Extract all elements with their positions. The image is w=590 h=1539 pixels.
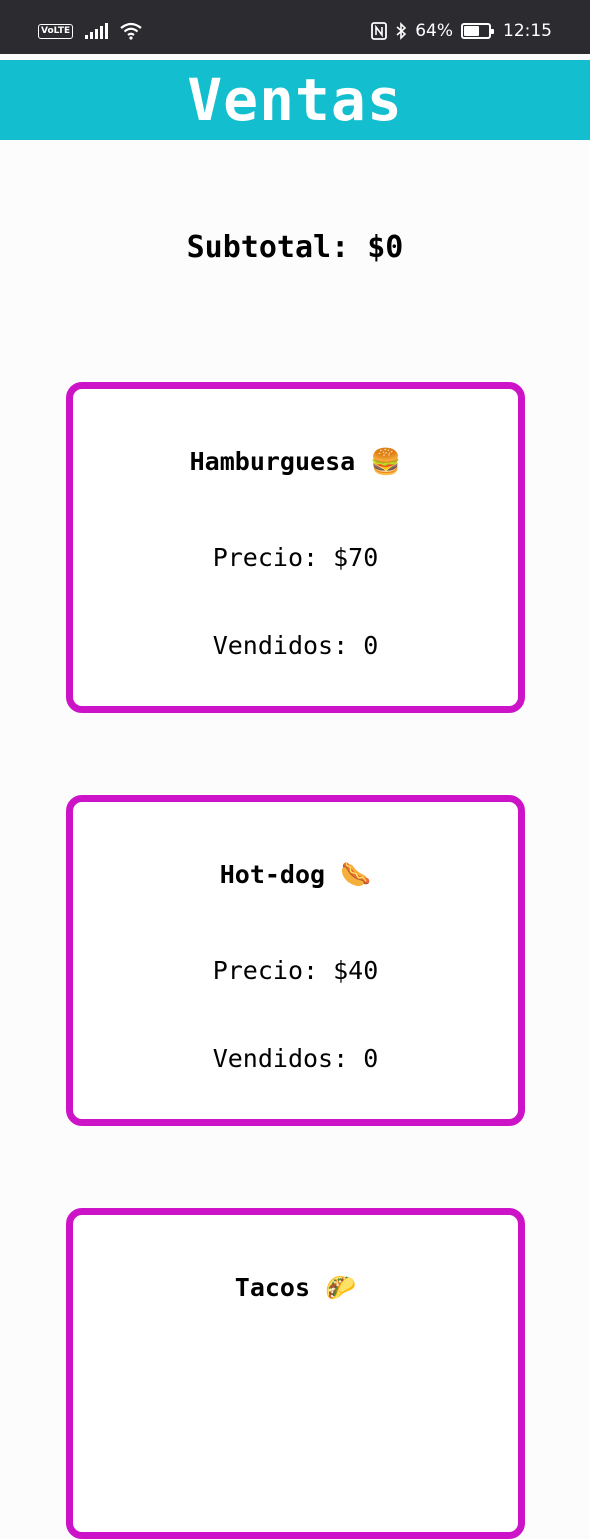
cell-signal-icon: [85, 23, 109, 39]
hot-dog-icon: 🌭: [340, 860, 372, 889]
product-card-hamburguesa[interactable]: Hamburguesa 🍔 Precio: $70 Vendidos: 0: [66, 382, 525, 713]
product-name: Hot-dog 🌭: [219, 860, 372, 889]
battery-percent: 64%: [415, 21, 453, 41]
wifi-icon: [120, 22, 142, 40]
status-right: 64% 12:15: [371, 21, 552, 41]
product-name: Hamburguesa 🍔: [189, 447, 402, 476]
taco-icon: 🌮: [325, 1273, 357, 1302]
hamburger-icon: 🍔: [370, 447, 402, 476]
battery-icon: [461, 23, 494, 39]
product-name: Tacos 🌮: [234, 1273, 357, 1302]
app-bar: Ventas: [0, 60, 590, 140]
page-title: Ventas: [187, 66, 403, 134]
product-price: Precio: $70: [212, 543, 379, 572]
product-card-tacos[interactable]: Tacos 🌮: [66, 1208, 525, 1539]
battery-fill: [464, 26, 480, 36]
bluetooth-icon: [396, 22, 407, 40]
product-card-hot-dog[interactable]: Hot-dog 🌭 Precio: $40 Vendidos: 0: [66, 795, 525, 1126]
product-sold-count: Vendidos: 0: [212, 631, 379, 660]
clock: 12:15: [503, 21, 552, 41]
status-left: VoLTE: [38, 22, 142, 40]
volte-icon: VoLTE: [38, 23, 74, 39]
nfc-icon: [371, 22, 388, 40]
status-bar: VoLTE 64% 12:15: [0, 0, 590, 60]
product-price: Precio: $40: [212, 956, 379, 985]
product-sold-count: Vendidos: 0: [212, 1044, 379, 1073]
subtotal-label: Subtotal: $0: [186, 230, 404, 265]
